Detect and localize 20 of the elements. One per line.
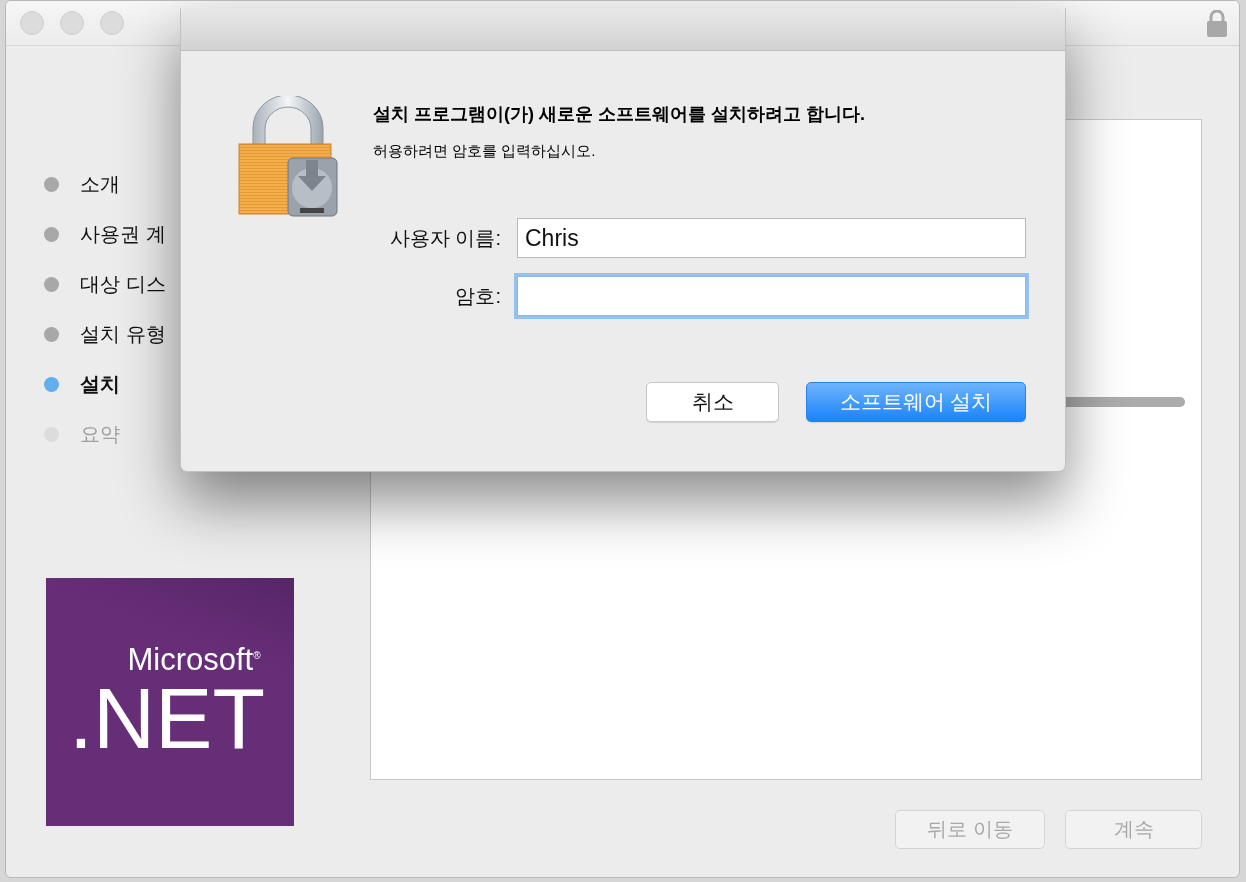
lock-icon[interactable]	[1207, 10, 1227, 37]
step-label: 요약	[80, 421, 120, 447]
zoom-button[interactable]	[100, 11, 124, 35]
field-label: 암호:	[454, 283, 501, 309]
dialog-message: 허용하려면 암호를 입력하십시오.	[373, 142, 597, 161]
dialog-title: 설치 프로그램이(가) 새로운 소프트웨어를 설치하려고 합니다.	[373, 103, 866, 126]
padlock-icon	[238, 96, 338, 218]
logo: Microsoft$^{®}$ .NET	[46, 578, 294, 826]
input-field[interactable]	[517, 276, 1026, 316]
step-label: 사용권 계	[80, 221, 166, 247]
step-label: 설치	[80, 371, 120, 397]
field-label: 사용자 이름:	[388, 225, 501, 251]
step-label: 소개	[80, 171, 120, 197]
step-label: 대상 디스	[80, 271, 166, 297]
close-button[interactable]	[20, 11, 44, 35]
cancel-button[interactable]: 취소	[646, 382, 779, 422]
step-label: 설치 유형	[80, 321, 166, 347]
input-field[interactable]: Chris	[517, 218, 1026, 258]
install-button[interactable]: 소프트웨어 설치	[806, 382, 1026, 422]
minimize-button[interactable]	[60, 11, 84, 35]
